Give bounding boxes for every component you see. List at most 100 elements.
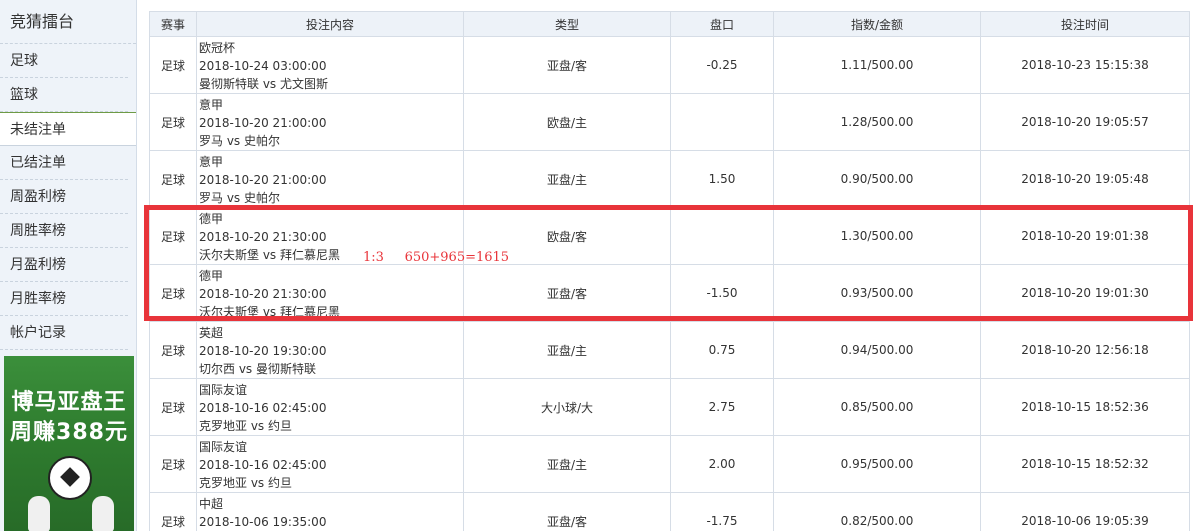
bet-league: 国际友谊: [199, 440, 248, 454]
cell-sport: 足球: [149, 150, 197, 208]
bet-league: 德甲: [199, 212, 224, 226]
cell-bet-content: 欧冠杯 2018-10-24 03:00:00 曼彻斯特联 vs 尤文图斯: [196, 36, 464, 94]
table-row: 足球 德甲 2018-10-20 21:30:00 沃尔夫斯堡 vs 拜仁慕尼黑 欧盘/…: [149, 207, 1190, 265]
bet-league: 国际友谊: [199, 383, 248, 397]
cell-odds-amount: 0.82/500.00: [773, 492, 981, 531]
cell-handicap: 1.50: [670, 150, 774, 208]
annotation-text: 1:3 650+965=1615: [363, 250, 510, 265]
cell-sport: 足球: [149, 321, 197, 379]
cell-odds-amount: 0.93/500.00: [773, 264, 981, 322]
bet-league: 欧冠杯: [199, 41, 236, 55]
column-header: 盘口: [670, 11, 774, 37]
sidebar-menu: 足球 篮球 未结注单 已结注单 周盈利榜 周胜率榜 月盈利榜 月胜率榜 帐户记录: [0, 44, 136, 350]
cell-sport: 足球: [149, 36, 197, 94]
column-header: 投注时间: [980, 11, 1190, 37]
bet-teams: 沃尔夫斯堡 vs 拜仁慕尼黑: [199, 305, 340, 319]
cell-type: 欧盘/主: [463, 93, 671, 151]
cell-handicap: 2.00: [670, 435, 774, 493]
cell-bet-content: 意甲 2018-10-20 21:00:00 罗马 vs 史帕尔: [196, 93, 464, 151]
bets-table-container: 赛事 投注内容 类型 盘口 指数/金额 投注时间 足球 欧冠杯 2018-10-24 03:0…: [149, 11, 1190, 531]
sidebar-item[interactable]: 篮球: [0, 78, 128, 112]
table-row: 足球 英超 2018-10-20 19:30:00 切尔西 vs 曼彻斯特联 亚盘/主 0…: [149, 321, 1190, 379]
shoe-icon: [28, 496, 50, 531]
cell-handicap: -1.75: [670, 492, 774, 531]
soccer-ball-icon: [48, 456, 92, 500]
bet-teams: 克罗地亚 vs 约旦: [199, 419, 292, 433]
bet-teams: 罗马 vs 史帕尔: [199, 191, 280, 205]
table-row: 足球 德甲 2018-10-20 21:30:00 沃尔夫斯堡 vs 拜仁慕尼黑 亚盘/…: [149, 264, 1190, 322]
table-header-row: 赛事 投注内容 类型 盘口 指数/金额 投注时间: [149, 11, 1190, 37]
cell-bet-time: 2018-10-20 19:01:38: [980, 207, 1190, 265]
cell-bet-time: 2018-10-15 18:52:36: [980, 378, 1190, 436]
bet-match-time: 2018-10-20 19:30:00: [199, 344, 327, 358]
cell-odds-amount: 0.90/500.00: [773, 150, 981, 208]
sidebar-item[interactable]: 周盈利榜: [0, 180, 128, 214]
sidebar-item[interactable]: 足球: [0, 44, 128, 78]
bet-teams: 切尔西 vs 曼彻斯特联: [199, 362, 316, 376]
cell-bet-content: 德甲 2018-10-20 21:30:00 沃尔夫斯堡 vs 拜仁慕尼黑: [196, 264, 464, 322]
cell-sport: 足球: [149, 93, 197, 151]
table-row: 足球 中超 2018-10-06 19:35:00 亚盘/客 -1.75 0.82/500…: [149, 492, 1190, 531]
cell-odds-amount: 0.95/500.00: [773, 435, 981, 493]
bet-teams: 克罗地亚 vs 约旦: [199, 476, 292, 490]
table-row: 足球 国际友谊 2018-10-16 02:45:00 克罗地亚 vs 约旦 大小球/大…: [149, 378, 1190, 436]
cell-bet-content: 意甲 2018-10-20 21:00:00 罗马 vs 史帕尔: [196, 150, 464, 208]
bet-league: 意甲: [199, 155, 224, 169]
table-row: 足球 国际友谊 2018-10-16 02:45:00 克罗地亚 vs 约旦 亚盘/主 2…: [149, 435, 1190, 493]
ad-banner[interactable]: 博马亚盘王 周赚388元: [4, 356, 134, 531]
cell-type: 亚盘/客: [463, 36, 671, 94]
cell-odds-amount: 0.94/500.00: [773, 321, 981, 379]
cell-sport: 足球: [149, 435, 197, 493]
sidebar: 竞猜擂台 足球 篮球 未结注单 已结注单 周盈利榜 周胜率榜 月盈利榜 月胜率榜 帐户记录 博马…: [0, 0, 137, 531]
cell-sport: 足球: [149, 264, 197, 322]
sidebar-item[interactable]: 月胜率榜: [0, 282, 128, 316]
column-header: 投注内容: [196, 11, 464, 37]
sidebar-item[interactable]: 周胜率榜: [0, 214, 128, 248]
bet-match-time: 2018-10-20 21:00:00: [199, 173, 327, 187]
cell-bet-time: 2018-10-20 19:05:48: [980, 150, 1190, 208]
bets-table: 赛事 投注内容 类型 盘口 指数/金额 投注时间 足球 欧冠杯 2018-10-24 03:0…: [149, 11, 1190, 531]
cell-bet-time: 2018-10-20 19:01:30: [980, 264, 1190, 322]
cell-odds-amount: 1.30/500.00: [773, 207, 981, 265]
cell-bet-time: 2018-10-06 19:05:39: [980, 492, 1190, 531]
table-row: 足球 欧冠杯 2018-10-24 03:00:00 曼彻斯特联 vs 尤文图斯 亚盘/…: [149, 36, 1190, 94]
cell-handicap: -0.25: [670, 36, 774, 94]
sidebar-item[interactable]: 月盈利榜: [0, 248, 128, 282]
cell-type: 大小球/大: [463, 378, 671, 436]
cell-type: 亚盘/主: [463, 150, 671, 208]
banner-line-1: 博马亚盘王: [11, 390, 127, 415]
sidebar-item[interactable]: 帐户记录: [0, 316, 128, 350]
table-row: 足球 意甲 2018-10-20 21:00:00 罗马 vs 史帕尔 欧盘/主 1.28…: [149, 93, 1190, 151]
cell-odds-amount: 0.85/500.00: [773, 378, 981, 436]
bet-match-time: 2018-10-20 21:30:00: [199, 287, 327, 301]
cell-type: 亚盘/客: [463, 492, 671, 531]
shoe-icon: [92, 496, 114, 531]
cell-odds-amount: 1.28/500.00: [773, 93, 981, 151]
column-header: 指数/金额: [773, 11, 981, 37]
cell-type: 亚盘/主: [463, 321, 671, 379]
bet-match-time: 2018-10-06 19:35:00: [199, 515, 327, 529]
bet-match-time: 2018-10-16 02:45:00: [199, 401, 327, 415]
bet-match-time: 2018-10-20 21:00:00: [199, 116, 327, 130]
column-header: 类型: [463, 11, 671, 37]
cell-sport: 足球: [149, 378, 197, 436]
bet-teams: 曼彻斯特联 vs 尤文图斯: [199, 77, 328, 91]
bet-match-time: 2018-10-24 03:00:00: [199, 59, 327, 73]
cell-bet-time: 2018-10-20 12:56:18: [980, 321, 1190, 379]
sidebar-item[interactable]: 未结注单: [0, 112, 136, 146]
cell-type: 亚盘/客: [463, 264, 671, 322]
cell-bet-content: 国际友谊 2018-10-16 02:45:00 克罗地亚 vs 约旦: [196, 435, 464, 493]
cell-bet-content: 国际友谊 2018-10-16 02:45:00 克罗地亚 vs 约旦: [196, 378, 464, 436]
cell-handicap: 2.75: [670, 378, 774, 436]
bet-match-time: 2018-10-16 02:45:00: [199, 458, 327, 472]
cell-bet-time: 2018-10-15 18:52:32: [980, 435, 1190, 493]
bet-league: 英超: [199, 326, 224, 340]
cell-handicap: [670, 207, 774, 265]
bet-league: 中超: [199, 497, 224, 511]
sidebar-item[interactable]: 已结注单: [0, 146, 128, 180]
cell-type: 亚盘/主: [463, 435, 671, 493]
cell-handicap: [670, 93, 774, 151]
cell-odds-amount: 1.11/500.00: [773, 36, 981, 94]
cell-bet-content: 英超 2018-10-20 19:30:00 切尔西 vs 曼彻斯特联: [196, 321, 464, 379]
cell-handicap: 0.75: [670, 321, 774, 379]
